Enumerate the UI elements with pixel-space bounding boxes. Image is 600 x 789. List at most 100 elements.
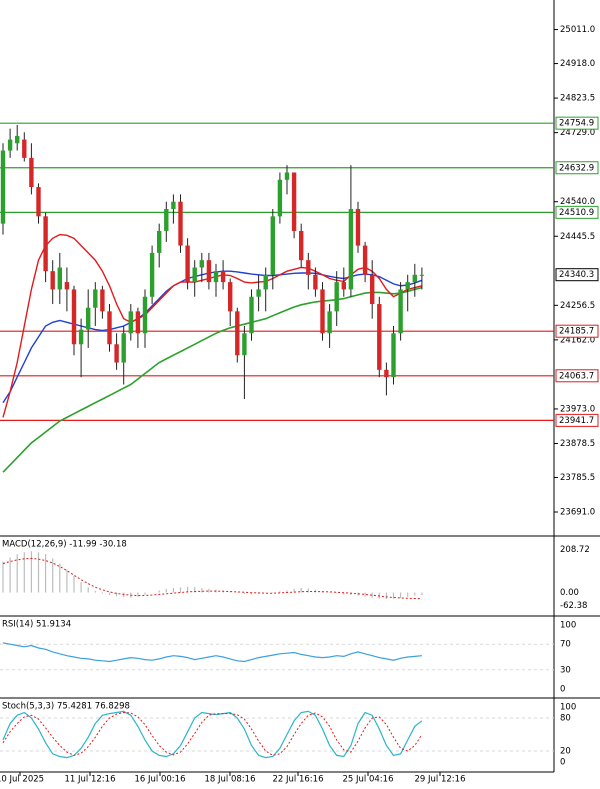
candle-body-32 (228, 282, 233, 312)
candle-body-35 (249, 296, 254, 334)
rsi-tick-label-1: 70 (560, 640, 571, 650)
support-label-0: 24185.7 (559, 327, 594, 337)
candle-body-7 (50, 271, 55, 290)
candle-body-39 (277, 179, 283, 217)
macd-tick-label-2: -62.38 (560, 601, 587, 611)
time-tick-label-6: 29 Jul 12:16 (415, 775, 466, 785)
candle-body-1 (7, 139, 13, 151)
candle-body-26 (185, 245, 190, 283)
time-tick-label-5: 25 Jul 04:16 (343, 775, 394, 785)
candle-body-24 (171, 201, 176, 210)
candle-body-0 (0, 150, 6, 224)
candle-body-22 (157, 230, 162, 253)
candle-body-56 (398, 289, 403, 334)
price-tick-label-0: 25011.0 (560, 25, 595, 35)
candle-body-44 (313, 274, 318, 290)
candle-body-5 (36, 187, 41, 217)
rsi-label: RSI(14) 51.9134 (2, 620, 71, 630)
candle-body-27 (192, 267, 197, 283)
stoch-tick-label-1: 80 (560, 714, 571, 724)
candle-body-28 (199, 260, 204, 268)
candle-body-29 (206, 260, 212, 283)
time-tick-label-0: 10 Jul 2025 (0, 775, 44, 785)
stoch-label: Stoch(5,3,3) 75.4281 76.8298 (2, 702, 130, 712)
candle-body-51 (362, 245, 368, 275)
support-label-2: 23941.7 (559, 416, 594, 426)
candle-body-47 (334, 282, 339, 312)
candle-body-54 (384, 369, 389, 378)
macd-tick-label-1: 0.00 (560, 588, 579, 598)
candle-body-18 (128, 311, 133, 334)
candle-body-42 (299, 230, 304, 261)
price-tick-label-9: 23878.5 (560, 439, 595, 449)
stoch-tick-label-0: 100 (560, 703, 576, 713)
candle-body-30 (213, 271, 219, 283)
candle-body-46 (327, 311, 332, 334)
candle-body-11 (78, 329, 84, 345)
candle-body-6 (43, 216, 48, 272)
price-tick-label-5: 24445.5 (560, 232, 595, 242)
candle-body-55 (391, 333, 396, 378)
chart-canvas: 25011.024918.024823.524729.024540.024445… (0, 0, 600, 785)
candle-body-17 (121, 333, 126, 363)
background (0, 0, 600, 785)
candle-body-12 (86, 307, 91, 330)
price-tick-label-1: 24918.0 (560, 59, 595, 69)
price-tick-label-8: 23973.0 (560, 404, 595, 414)
candle-body-33 (235, 311, 240, 356)
candle-body-13 (93, 289, 98, 308)
chart-root: 25011.0 24918.0 24823.5 24729.0 24540.0 24445… (0, 0, 600, 785)
candle-body-57 (405, 282, 410, 290)
candle-body-8 (57, 267, 62, 290)
macd-tick-label-0: 208.72 (560, 545, 590, 555)
candle-body-10 (71, 289, 77, 345)
price-tick-label-11: 23691.0 (560, 508, 595, 518)
candle-body-59 (419, 274, 425, 276)
candle-body-19 (135, 311, 141, 334)
candle-body-49 (348, 209, 354, 290)
rsi-tick-label-0: 100 (560, 621, 576, 631)
candle-body-52 (370, 274, 375, 305)
candle-body-40 (284, 172, 290, 180)
current-price-label: 24340.3 (559, 270, 594, 280)
stoch-tick-label-2: 20 (560, 747, 571, 757)
candle-body-45 (320, 289, 325, 334)
resistance-label-2: 24510.9 (559, 208, 594, 218)
candle-body-25 (178, 201, 183, 246)
candle-body-15 (107, 311, 112, 345)
candle-body-21 (149, 252, 155, 297)
time-tick-label-4: 22 Jul 16:16 (273, 775, 324, 785)
time-tick-label-2: 16 Jul 00:16 (135, 775, 186, 785)
candle-body-20 (142, 296, 148, 334)
candle-body-43 (306, 260, 311, 275)
candle-body-38 (270, 216, 275, 275)
candle-body-48 (341, 282, 346, 290)
candle-body-9 (64, 282, 70, 290)
price-tick-label-2: 24823.5 (560, 94, 595, 104)
candle-body-34 (242, 333, 247, 356)
stoch-tick-label-3: 0 (560, 758, 565, 768)
candle-body-3 (22, 139, 27, 158)
time-tick-label-3: 18 Jul 08:16 (205, 775, 256, 785)
candle-body-36 (256, 289, 261, 297)
time-tick-label-1: 11 Jul 12:16 (65, 775, 116, 785)
candle-body-41 (291, 172, 297, 231)
macd-label: MACD(12,26,9) -11.99 -30.18 (2, 540, 127, 550)
candle-body-14 (100, 289, 105, 312)
candle-body-37 (263, 274, 268, 290)
price-tick-label-6: 24256.5 (560, 301, 595, 311)
candle-body-58 (412, 274, 417, 283)
resistance-label-0: 24754.9 (559, 119, 594, 129)
candle-body-53 (377, 304, 382, 370)
resistance-label-1: 24632.9 (559, 163, 594, 173)
candle-body-4 (29, 157, 34, 188)
candle-body-2 (15, 135, 20, 144)
candle-body-50 (355, 209, 361, 246)
rsi-tick-label-2: 30 (560, 665, 571, 675)
candle-body-31 (220, 271, 226, 283)
candle-body-23 (164, 209, 169, 231)
candle-body-16 (114, 344, 119, 363)
price-tick-label-10: 23785.5 (560, 473, 595, 483)
price-tick-label-4: 24540.0 (560, 197, 595, 207)
support-label-1: 24063.7 (559, 371, 594, 381)
